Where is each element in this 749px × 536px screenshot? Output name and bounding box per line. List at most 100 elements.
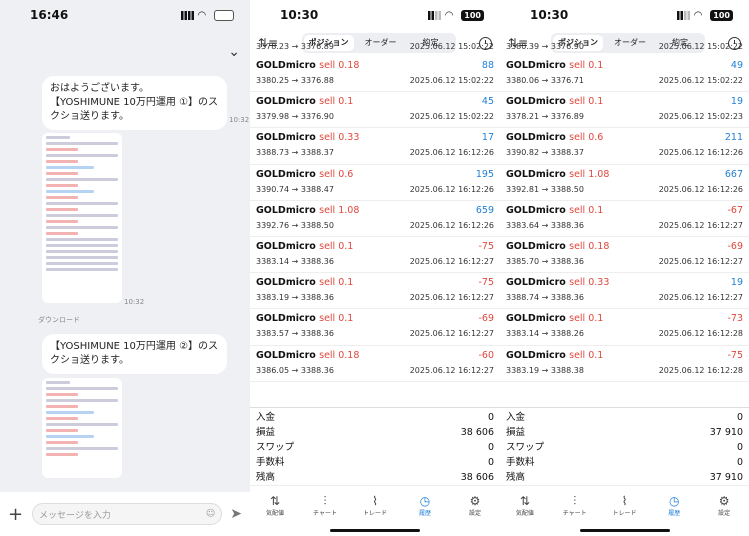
price-range: 3390.74 → 3388.47 <box>256 184 334 194</box>
nav-trade[interactable]: ⌇ トレード <box>350 486 400 525</box>
position-row[interactable]: GOLDmicro sell 0.6 211 3390.82 → 3388.37 20… <box>500 128 749 165</box>
nav-label: トレード <box>612 510 637 517</box>
profit: -73 <box>727 313 743 325</box>
position-row[interactable]: GOLDmicro sell 0.6 195 3390.74 → 3388.47 20… <box>250 165 500 201</box>
symbol: GOLDmicro sell 0.18 <box>256 60 359 71</box>
summary-value: 0 <box>487 442 494 453</box>
nav-trade[interactable]: ⌇ トレード <box>600 486 650 525</box>
symbol: GOLDmicro sell 0.1 <box>506 350 603 361</box>
position-row[interactable]: GOLDmicro sell 1.08 667 3392.81 → 3388.50 2… <box>500 165 749 201</box>
position-row[interactable]: GOLDmicro sell 0.1 -75 3383.19 → 3388.36 20… <box>250 273 500 310</box>
summary-label: 損益 <box>256 427 276 438</box>
nav-quotes[interactable]: ⇅ 気配値 <box>250 486 300 525</box>
position-row[interactable]: GOLDmicro sell 0.1 -67 3383.64 → 3388.36 20… <box>500 201 749 237</box>
position-date: 2025.06.12 16:12:27 <box>409 293 494 303</box>
position-row[interactable]: GOLDmicro sell 0.1 -75 3383.19 → 3388.38 20… <box>500 346 749 382</box>
summary-row: スワップ 0 <box>506 440 743 455</box>
price-range: 3385.70 → 3388.36 <box>506 256 584 266</box>
nav-settings[interactable]: ⚙ 設定 <box>699 486 749 525</box>
nav-history[interactable]: ◷ 履歴 <box>400 486 450 525</box>
position-row[interactable]: GOLDmicro sell 0.1 -75 3383.14 → 3388.36 20… <box>250 237 500 274</box>
status-time: 10:30 <box>530 8 569 22</box>
signal-icon <box>428 10 442 20</box>
signal-icon <box>677 10 691 20</box>
position-date: 2025.06.12 16:12:26 <box>409 148 494 158</box>
profit: 17 <box>481 132 494 144</box>
message-placeholder: メッセージを入力 <box>39 510 111 521</box>
position-date: 2025.06.12 16:12:28 <box>658 329 743 339</box>
emoji-icon[interactable]: ☺ <box>206 509 215 519</box>
symbol: GOLDmicro sell 0.33 <box>506 277 609 288</box>
history-icon: ◷ <box>419 494 431 508</box>
trade-screen-2: 10:30 ◠ 100 ⇅≡ ポジション オーダー 約定 3380.39 → 33… <box>500 0 749 536</box>
position-row[interactable]: GOLDmicro sell 0.18 -69 3385.70 → 3388.36 2… <box>500 237 749 274</box>
screenshot-thumbnail-1[interactable] <box>42 133 122 303</box>
position-date: 2025.06.12 15:02:22 <box>409 76 494 85</box>
position-row[interactable]: GOLDmicro sell 0.18 -60 3386.05 → 3388.36 2… <box>250 346 500 382</box>
screenshot-thumbnail-2[interactable] <box>42 378 122 478</box>
summary-value: 38 606 <box>460 427 494 438</box>
symbol: GOLDmicro sell 0.6 <box>256 169 353 180</box>
position-date: 2025.06.12 15:02:22 <box>409 112 494 122</box>
trade-icon: ⌇ <box>621 494 628 508</box>
symbol-name: GOLDmicro <box>506 204 566 216</box>
summary-label: スワップ <box>256 442 295 453</box>
nav-label: チャート <box>313 510 337 517</box>
nav-settings[interactable]: ⚙ 設定 <box>450 486 500 525</box>
nav-chart[interactable]: ⫶ チャート <box>300 486 350 525</box>
settings-icon: ⚙ <box>469 494 481 508</box>
profit: 19 <box>730 277 743 289</box>
profit: -75 <box>478 277 494 289</box>
summary-label: 残高 <box>506 472 526 483</box>
nav-chart[interactable]: ⫶ チャート <box>550 486 600 525</box>
position-date: 2025.06.12 16:12:26 <box>409 184 494 194</box>
position-row[interactable]: GOLDmicro sell 0.1 19 3378.21 → 3376.89 202… <box>500 92 749 129</box>
plus-icon[interactable]: + <box>8 504 24 525</box>
position-row[interactable]: GOLDmicro sell 0.18 88 3380.25 → 3376.88 20… <box>250 56 500 93</box>
position-row[interactable]: GOLDmicro sell 0.33 19 3388.74 → 3388.36 20… <box>500 273 749 310</box>
symbol-name: GOLDmicro <box>506 132 566 144</box>
position-row[interactable]: GOLDmicro sell 0.1 -73 3383.14 → 3388.26 20… <box>500 309 749 346</box>
profit: -67 <box>727 204 743 216</box>
summary-row: 手数料 0 <box>256 455 494 470</box>
chat-screen: 16:46 ◠ ⌄ おはようございます。 【YOSHIMUNE 10万円運用 ①… <box>0 0 250 536</box>
home-indicator <box>579 529 670 532</box>
message-bubble-2: 【YOSHIMUNE 10万円運用 ②】のスクショ送ります。 <box>42 334 227 374</box>
price-range: 3378.21 → 3376.89 <box>506 112 584 122</box>
side-volume: sell 0.33 <box>319 132 360 144</box>
download-link[interactable]: ダウンロード <box>38 315 80 325</box>
side-volume: sell 0.1 <box>569 313 604 325</box>
symbol: GOLDmicro sell 1.08 <box>506 169 609 180</box>
symbol-name: GOLDmicro <box>256 313 316 325</box>
side-volume: sell 0.6 <box>569 132 604 144</box>
nav-history[interactable]: ◷ 履歴 <box>649 486 699 525</box>
chart-icon: ⫶ <box>323 494 327 508</box>
trade-screen-1: 10:30 ◠ 100 ⇅≡ ポジション オーダー 約定 3378.23 → 33… <box>250 0 500 536</box>
side-volume: sell 1.08 <box>319 204 360 216</box>
side-volume: sell 0.18 <box>569 240 610 252</box>
position-row[interactable]: GOLDmicro sell 0.1 -69 3383.57 → 3388.36 20… <box>250 309 500 346</box>
summary-row: スワップ 0 <box>256 440 494 455</box>
send-icon[interactable]: ➤ <box>230 506 242 522</box>
price-range: 3380.39 → 3376.90 <box>506 42 584 51</box>
position-row[interactable]: GOLDmicro sell 1.08 659 3392.76 → 3388.50 2… <box>250 201 500 237</box>
summary-row: 損益 38 606 <box>256 425 494 440</box>
position-row[interactable]: GOLDmicro sell 0.33 17 3388.73 → 3388.37 20… <box>250 128 500 165</box>
history-icon: ◷ <box>669 494 680 508</box>
nav-quotes[interactable]: ⇅ 気配値 <box>500 486 550 525</box>
summary-label: 手数料 <box>256 457 285 468</box>
symbol-name: GOLDmicro <box>506 349 566 361</box>
position-row[interactable]: GOLDmicro sell 0.1 49 3380.06 → 3376.71 202… <box>500 56 749 93</box>
side-volume: sell 0.1 <box>569 96 604 108</box>
position-row[interactable]: GOLDmicro sell 0.1 45 3379.98 → 3376.90 202… <box>250 92 500 129</box>
summary-label: 残高 <box>256 472 276 483</box>
symbol: GOLDmicro sell 0.1 <box>506 96 603 107</box>
summary-value: 37 910 <box>709 427 743 438</box>
position-date: 2025.06.12 16:12:26 <box>658 148 743 158</box>
message-input[interactable]: メッセージを入力 ☺ <box>32 503 223 525</box>
status-time: 16:46 <box>30 8 69 22</box>
position-date: 2025.06.12 15:02:23 <box>658 112 743 122</box>
chevron-down-icon[interactable]: ⌄ <box>228 44 240 60</box>
position-date: 2025.06.12 16:12:27 <box>409 329 494 339</box>
side-volume: sell 0.1 <box>319 240 354 252</box>
